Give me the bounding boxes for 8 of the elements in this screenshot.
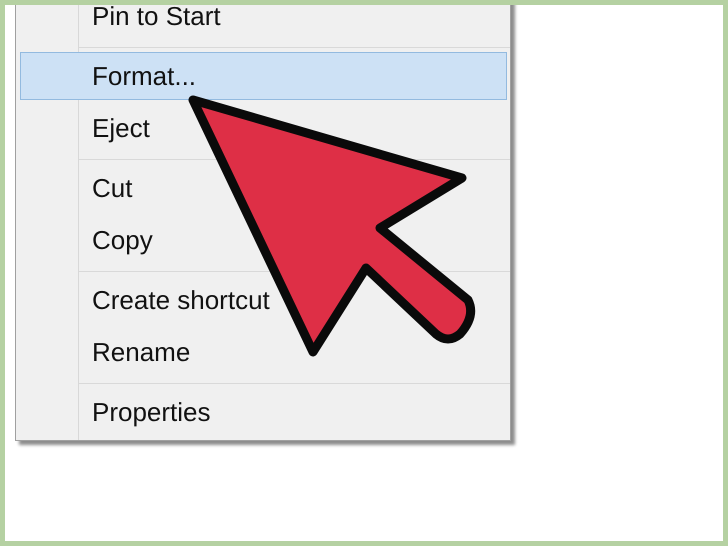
menu-item[interactable]: Format...	[20, 52, 507, 100]
menu-item[interactable]: Rename	[20, 328, 507, 376]
menu-item[interactable]: Copy	[20, 216, 507, 264]
menu-item[interactable]: Pin to Start	[20, 5, 507, 40]
menu-item[interactable]: Create shortcut	[20, 276, 507, 324]
menu-item[interactable]: Properties	[20, 388, 507, 436]
menu-item[interactable]: Eject	[20, 104, 507, 152]
menu-item[interactable]: Cut	[20, 164, 507, 212]
